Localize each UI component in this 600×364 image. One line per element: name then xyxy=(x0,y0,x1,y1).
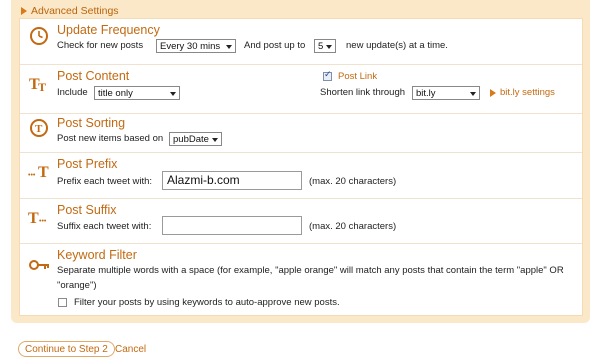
include-select[interactable]: title only xyxy=(94,86,180,100)
post-sorting-label: Post new items based on xyxy=(57,133,164,144)
keyword-filter-title: Keyword Filter xyxy=(57,248,137,262)
chevron-down-icon xyxy=(226,45,232,49)
keyword-filter-checkbox-label: Filter your posts by using keywords to a… xyxy=(74,297,340,308)
keyword-description-line2: "orange") xyxy=(57,280,97,291)
post-suffix-title: Post Suffix xyxy=(57,203,117,217)
suffix-hint: (max. 20 characters) xyxy=(309,221,397,232)
keyword-filter-checkbox[interactable] xyxy=(58,298,67,307)
bitly-settings-link[interactable]: bit.ly settings xyxy=(490,87,555,98)
check-posts-label: Check for new posts xyxy=(57,40,144,51)
cancel-link[interactable]: Cancel xyxy=(115,344,146,355)
include-label: Include xyxy=(57,87,88,98)
post-count-select[interactable]: 5 xyxy=(314,39,336,53)
post-up-to-label: And post up to xyxy=(244,40,306,51)
continue-step-2-button[interactable]: Continue to Step 2 xyxy=(18,341,115,357)
prefix-hint: (max. 20 characters) xyxy=(309,176,397,187)
keyword-description-line1: Separate multiple words with a space (fo… xyxy=(57,265,564,276)
chevron-down-icon xyxy=(212,138,218,142)
post-suffix-section: T ••• Post Suffix Suffix each tweet with… xyxy=(20,199,582,244)
chevron-down-icon xyxy=(170,92,176,96)
text-format-icon: T T xyxy=(29,76,46,94)
include-select-value: title only xyxy=(98,88,133,99)
post-content-title: Post Content xyxy=(57,69,130,83)
svg-text:T: T xyxy=(35,123,43,135)
post-prefix-title: Post Prefix xyxy=(57,157,118,171)
triangle-right-icon xyxy=(490,88,496,97)
updates-at-a-time-label: new update(s) at a time. xyxy=(346,40,448,51)
svg-text:T: T xyxy=(38,80,46,94)
post-sorting-section: T Post Sorting Post new items based on p… xyxy=(20,114,582,153)
keyword-filter-section: Keyword Filter Separate multiple words w… xyxy=(20,244,582,315)
post-link-checkbox[interactable] xyxy=(323,70,332,81)
sort-field-select[interactable]: pubDate xyxy=(169,132,222,146)
advanced-settings-container: Advanced Settings Update Frequency Check… xyxy=(11,0,590,323)
settings-panel: Update Frequency Check for new posts Eve… xyxy=(19,18,583,316)
sort-text-icon: T xyxy=(30,119,48,137)
prefix-text-icon: ••• T xyxy=(28,164,49,181)
shorten-link-label: Shorten link through xyxy=(320,87,406,98)
clock-icon xyxy=(30,27,48,45)
post-content-section: T T Post Content Include title only Post… xyxy=(20,65,582,114)
svg-text:T: T xyxy=(38,164,49,181)
svg-text:•••: ••• xyxy=(28,172,36,179)
frequency-select-value: Every 30 mins xyxy=(160,41,221,52)
key-icon xyxy=(29,260,49,270)
triangle-right-icon xyxy=(21,7,27,15)
chevron-down-icon xyxy=(326,45,332,49)
chevron-down-icon xyxy=(470,92,476,96)
update-frequency-section: Update Frequency Check for new posts Eve… xyxy=(20,19,582,65)
suffix-label: Suffix each tweet with: xyxy=(57,221,152,232)
post-count-value: 5 xyxy=(318,41,324,52)
svg-text:•••: ••• xyxy=(39,218,47,225)
post-link-label: Post Link xyxy=(338,71,378,82)
suffix-text-icon: T ••• xyxy=(28,210,47,227)
bitly-settings-label: bit.ly settings xyxy=(500,87,555,98)
post-sorting-title: Post Sorting xyxy=(57,116,126,130)
shorten-service-value: bit.ly xyxy=(416,88,436,99)
suffix-input[interactable] xyxy=(162,216,302,235)
frequency-select[interactable]: Every 30 mins xyxy=(156,39,236,53)
prefix-label: Prefix each tweet with: xyxy=(57,176,153,187)
prefix-input[interactable]: Alazmi-b.com xyxy=(162,171,302,190)
shorten-service-select[interactable]: bit.ly xyxy=(412,86,480,100)
advanced-settings-toggle[interactable]: Advanced Settings xyxy=(21,4,119,18)
update-frequency-title: Update Frequency xyxy=(57,23,160,37)
post-prefix-section: ••• T Post Prefix Prefix each tweet with… xyxy=(20,153,582,199)
sort-field-value: pubDate xyxy=(173,134,209,145)
advanced-settings-label: Advanced Settings xyxy=(31,5,119,17)
svg-text:T: T xyxy=(28,210,39,227)
